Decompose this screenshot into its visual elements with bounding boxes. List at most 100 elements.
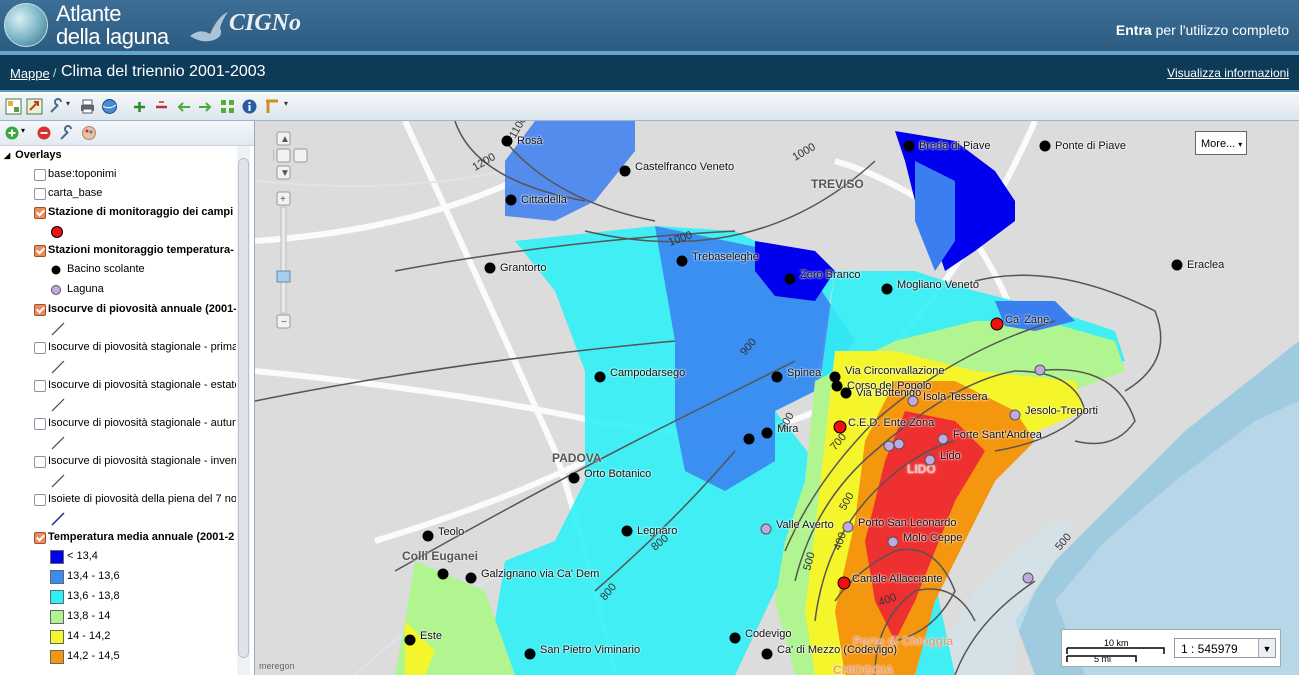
station-marker[interactable]	[761, 427, 773, 439]
print-icon[interactable]	[79, 98, 96, 115]
layer-item[interactable]: Isocurve di piovosità stagionale - autun	[0, 414, 236, 432]
svg-text:▼: ▼	[280, 168, 290, 179]
layer-item[interactable]: Temperatura media annuale (2001-2	[0, 528, 236, 546]
measure-chevron-down-icon[interactable]: ▾	[284, 99, 288, 108]
remove-layer-icon[interactable]	[36, 125, 52, 141]
add-layer-chevron-down-icon[interactable]: ▾	[21, 126, 25, 135]
layer-checkbox[interactable]	[34, 245, 46, 257]
station-marker[interactable]	[437, 568, 449, 580]
info-icon[interactable]	[241, 98, 258, 115]
zoom-slider-track[interactable]	[280, 206, 287, 314]
layer-item[interactable]: base:toponimi	[0, 165, 236, 183]
layer-tree: ◢ Overlays base:toponimi carta_base Stazione…	[0, 146, 236, 675]
station-marker[interactable]	[771, 371, 783, 383]
station-marker[interactable]	[524, 648, 536, 660]
layer-item[interactable]: carta_base	[0, 184, 236, 202]
back-icon[interactable]	[175, 98, 192, 115]
layer-checkbox[interactable]	[34, 456, 46, 468]
pan-right-button[interactable]	[293, 148, 308, 163]
station-marker[interactable]	[465, 572, 477, 584]
station-marker[interactable]	[484, 262, 496, 274]
layer-checkbox[interactable]	[34, 207, 46, 219]
layer-checkbox[interactable]	[34, 418, 46, 430]
lagoon-station-marker[interactable]	[1022, 572, 1034, 584]
add-layer-icon[interactable]	[5, 125, 21, 141]
lagoon-station-marker[interactable]	[760, 523, 772, 535]
map-toolbar: ▾ ▾	[0, 94, 1299, 121]
station-marker[interactable]	[676, 255, 688, 267]
station-marker[interactable]	[761, 648, 773, 660]
station-marker[interactable]	[568, 472, 580, 484]
station-marker[interactable]	[840, 387, 852, 399]
scrollbar-thumb[interactable]	[238, 158, 249, 658]
layer-checkbox[interactable]	[34, 342, 46, 354]
layer-item[interactable]: Isoiete di piovosità della piena del 7 n…	[0, 490, 236, 508]
zoom-in-icon[interactable]	[131, 98, 148, 115]
view-info-link[interactable]: Visualizza informazioni	[1167, 66, 1289, 80]
overlays-root[interactable]: ◢ Overlays	[4, 146, 62, 164]
legend-item: 14,2 - 14,5	[0, 647, 236, 665]
login-link[interactable]: Entra	[1116, 22, 1152, 38]
layer-checkbox[interactable]	[34, 188, 46, 200]
lagoon-station-marker[interactable]	[887, 536, 899, 548]
station-marker[interactable]	[621, 525, 633, 537]
layer-item[interactable]: Isocurve di piovosità stagionale - estat…	[0, 376, 236, 394]
layer-checkbox[interactable]	[34, 169, 46, 181]
forward-icon[interactable]	[197, 98, 214, 115]
station-marker[interactable]	[1171, 259, 1183, 271]
layer-tree-scrollbar[interactable]	[237, 146, 250, 675]
collapse-triangle-icon[interactable]: ◢	[4, 151, 10, 160]
layer-item[interactable]: Stazioni monitoraggio temperatura-	[0, 241, 236, 259]
export-map-icon[interactable]	[26, 98, 43, 115]
station-marker[interactable]	[743, 433, 755, 445]
monitoring-station-marker[interactable]	[990, 317, 1004, 331]
monitoring-station-marker[interactable]	[833, 420, 847, 434]
lagoon-station-marker[interactable]	[924, 454, 936, 466]
breadcrumb-maps-link[interactable]: Mappe	[10, 66, 50, 81]
layer-checkbox[interactable]	[34, 304, 46, 316]
measure-dropdown-icon[interactable]	[264, 98, 281, 115]
layer-item[interactable]: Isocurve di piovosità stagionale - inver…	[0, 452, 236, 470]
monitoring-station-marker[interactable]	[837, 576, 851, 590]
legend-item	[0, 433, 236, 451]
station-marker[interactable]	[404, 634, 416, 646]
station-marker[interactable]	[881, 283, 893, 295]
lagoon-station-marker[interactable]	[842, 521, 854, 533]
lagoon-station-marker[interactable]	[1009, 409, 1021, 421]
station-marker[interactable]	[1039, 140, 1051, 152]
station-marker[interactable]	[501, 135, 513, 147]
zoom-slider-handle[interactable]	[276, 270, 291, 283]
layer-properties-icon[interactable]	[58, 125, 74, 141]
globe-icon[interactable]	[101, 98, 118, 115]
station-marker[interactable]	[729, 632, 741, 644]
layer-checkbox[interactable]	[34, 532, 46, 544]
station-marker[interactable]	[505, 194, 517, 206]
lagoon-station-marker[interactable]	[1034, 364, 1046, 376]
tools-dropdown-icon[interactable]	[48, 98, 65, 115]
login-prompt[interactable]: Entra per l'utilizzo completo	[1116, 22, 1289, 38]
map-properties-icon[interactable]	[5, 98, 22, 115]
layer-item[interactable]: Isocurve di piovosità stagionale - prima	[0, 338, 236, 356]
station-marker[interactable]	[784, 273, 796, 285]
more-button[interactable]: More... ▾	[1195, 131, 1247, 155]
styles-icon[interactable]	[81, 125, 97, 141]
lagoon-station-marker[interactable]	[937, 433, 949, 445]
lagoon-station-marker[interactable]	[893, 438, 905, 450]
layer-checkbox[interactable]	[34, 380, 46, 392]
station-marker[interactable]	[422, 530, 434, 542]
station-marker[interactable]	[619, 165, 631, 177]
pan-center-button[interactable]	[276, 148, 291, 163]
zoom-extent-icon[interactable]	[219, 98, 236, 115]
map-canvas[interactable]: 1200 1100 1000 1000 900 800 800 700 600 …	[255, 121, 1299, 675]
station-marker[interactable]	[903, 140, 915, 152]
layer-label: carta_base	[48, 187, 103, 199]
layer-checkbox[interactable]	[34, 494, 46, 506]
map-viewport[interactable]: 1200 1100 1000 1000 900 800 800 700 600 …	[255, 121, 1299, 675]
lagoon-station-marker[interactable]	[907, 395, 919, 407]
tools-chevron-down-icon[interactable]: ▾	[66, 99, 70, 108]
layer-item[interactable]: Stazione di monitoraggio dei campi	[0, 203, 236, 221]
zoom-out-icon[interactable]	[153, 98, 170, 115]
layer-item[interactable]: Isocurve di piovosità annuale (2001-	[0, 300, 236, 318]
scale-select[interactable]: 1 : 545979 ▼	[1174, 638, 1276, 658]
station-marker[interactable]	[594, 371, 606, 383]
